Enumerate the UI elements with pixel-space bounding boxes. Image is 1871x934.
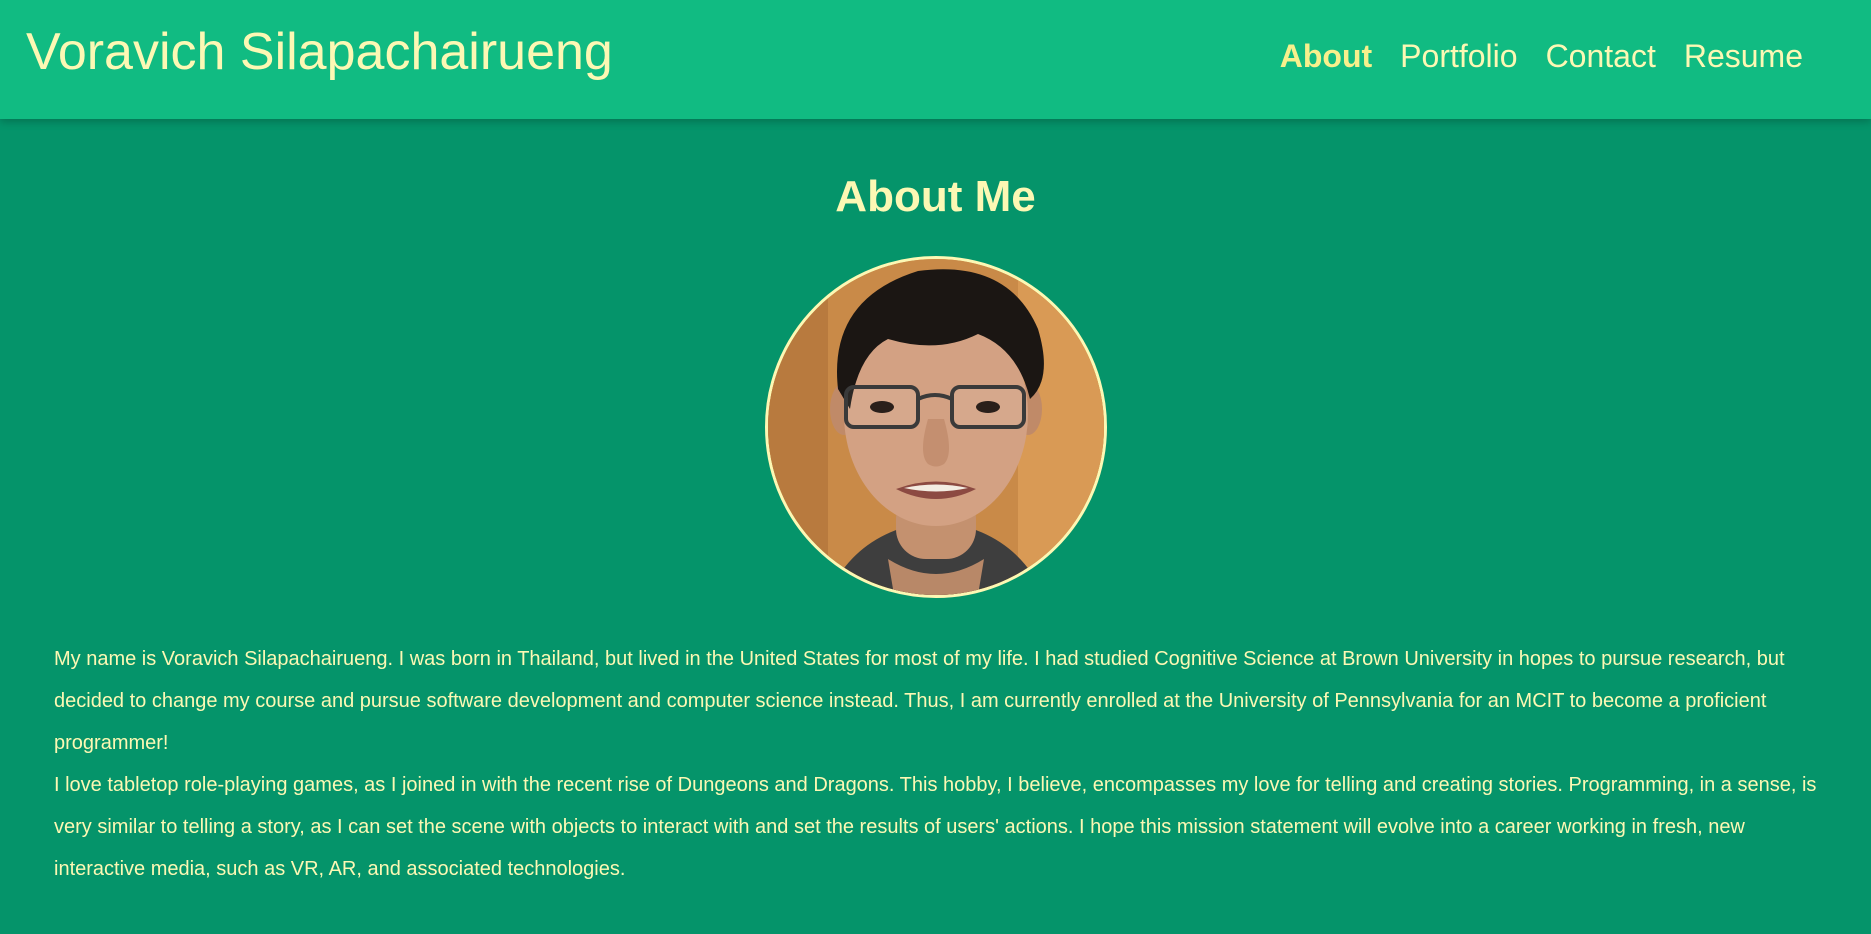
profile-photo	[765, 256, 1107, 598]
about-section: About Me My name is Voravich Silapachair…	[0, 119, 1871, 934]
bio-text: My name is Voravich Silapachairueng. I w…	[54, 638, 1834, 890]
site-title[interactable]: Voravich Silapachairueng	[26, 20, 613, 84]
nav-link-about[interactable]: About	[1280, 36, 1372, 76]
main-nav: About Portfolio Contact Resume	[1280, 36, 1803, 76]
bio-paragraph: My name is Voravich Silapachairueng. I w…	[54, 648, 1785, 754]
page-title: About Me	[835, 172, 1036, 221]
nav-link-portfolio[interactable]: Portfolio	[1400, 36, 1517, 76]
nav-link-resume[interactable]: Resume	[1684, 36, 1803, 76]
site-header: Voravich Silapachairueng About Portfolio…	[0, 0, 1871, 119]
bio-paragraph: I love tabletop role-playing games, as I…	[54, 774, 1817, 880]
nav-link-contact[interactable]: Contact	[1546, 36, 1656, 76]
profile-photo-image	[768, 259, 1104, 595]
